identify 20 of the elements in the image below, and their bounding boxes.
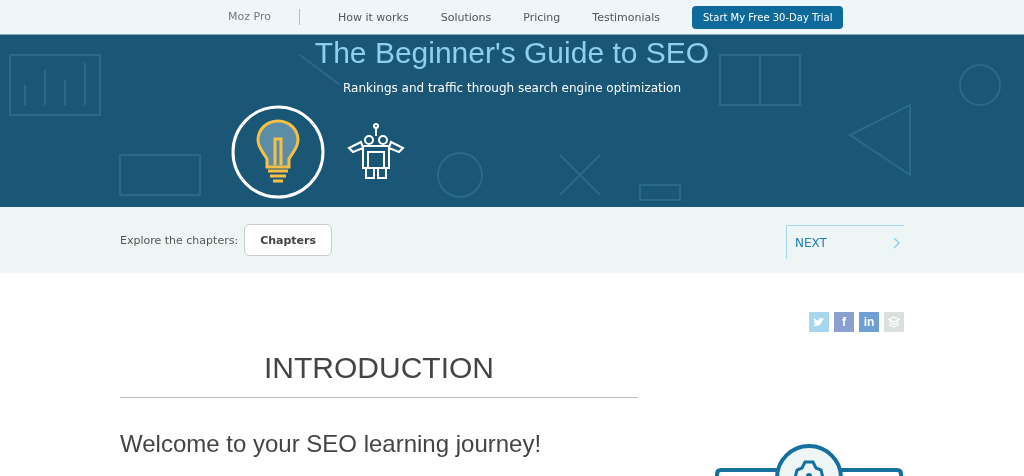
nav-link[interactable]: How it works [337, 10, 409, 24]
section-subheading: Welcome to your SEO learning journey! [120, 430, 543, 458]
nav-link[interactable]: Solutions [440, 10, 492, 24]
layers-icon [888, 316, 900, 328]
robot-icon [347, 122, 405, 182]
brand-link[interactable]: Moz Pro [228, 9, 300, 25]
page-title: The Beginner's Guide to SEO [313, 35, 711, 71]
trial-button[interactable]: Start My Free 30-Day Trial [692, 5, 844, 29]
chevron-icon [893, 236, 900, 249]
chapters-label: Explore the chapters: [120, 233, 239, 247]
lightbulb-icon [231, 105, 325, 199]
twitter-button[interactable] [809, 312, 829, 332]
next-link[interactable]: NEXT [786, 225, 904, 259]
page-subtitle: Rankings and traffic through search engine optimization [341, 81, 682, 95]
chapters-button[interactable]: Chapters [244, 224, 333, 256]
nav-link[interactable]: Testimonials [592, 10, 660, 24]
section-heading: INTRODUCTION [120, 351, 638, 398]
buffer-button[interactable] [884, 312, 904, 332]
nav-link[interactable]: Pricing [523, 10, 561, 24]
bird-icon [813, 317, 825, 327]
